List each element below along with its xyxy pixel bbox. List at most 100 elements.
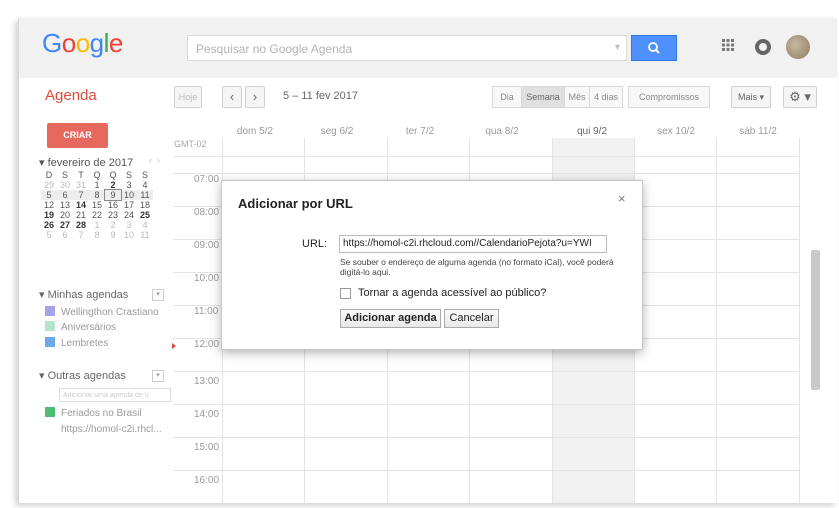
day-header[interactable]: sex 10/2 bbox=[636, 126, 716, 137]
google-logo[interactable]: Google bbox=[42, 28, 123, 59]
day-header-today[interactable]: qui 9/2 bbox=[552, 126, 632, 137]
calendar-item[interactable]: Feriados no Brasil bbox=[45, 407, 142, 419]
mini-calendar-title[interactable]: ▾ fevereiro de 2017 bbox=[39, 156, 133, 169]
create-button[interactable]: CRIAR bbox=[47, 123, 108, 148]
view-4days-button[interactable]: 4 dias bbox=[589, 86, 623, 108]
url-hint: Se souber o endereço de alguma agenda (n… bbox=[340, 257, 614, 277]
my-calendars-header[interactable]: ▾ Minhas agendas bbox=[39, 288, 128, 301]
more-button[interactable]: Mais ▾ bbox=[731, 86, 771, 108]
calendar-item[interactable]: Lembretes bbox=[45, 337, 108, 349]
day-cell-today[interactable]: 9 bbox=[104, 189, 122, 201]
calendar-window: Google Pesquisar no Google Agenda ▾ Agen… bbox=[18, 18, 837, 503]
my-calendars-menu-button[interactable]: ▾ bbox=[152, 289, 164, 301]
time-label: 15:00 bbox=[194, 442, 220, 453]
public-checkbox-label[interactable]: Tornar a agenda acessível ao público? bbox=[358, 287, 546, 299]
day-cell[interactable]: 27 bbox=[57, 220, 73, 230]
prev-week-button[interactable]: ‹ bbox=[222, 86, 242, 108]
day-cell[interactable]: 7 bbox=[73, 230, 89, 240]
day-cell[interactable]: 10 bbox=[121, 190, 137, 200]
day-cell[interactable]: 7 bbox=[73, 190, 89, 200]
weekday: S bbox=[125, 170, 132, 180]
search-options-icon[interactable]: ▾ bbox=[615, 42, 620, 53]
day-cell[interactable]: 4 bbox=[137, 180, 153, 190]
next-week-button[interactable]: › bbox=[245, 86, 265, 108]
view-week-button[interactable]: Semana bbox=[521, 86, 565, 108]
search-button[interactable] bbox=[631, 35, 677, 61]
day-cell[interactable]: 25 bbox=[137, 210, 153, 220]
day-cell[interactable]: 28 bbox=[73, 220, 89, 230]
day-cell[interactable]: 19 bbox=[41, 210, 57, 220]
day-cell[interactable]: 5 bbox=[41, 230, 57, 240]
view-month-button[interactable]: Mês bbox=[564, 86, 590, 108]
search-input[interactable]: Pesquisar no Google Agenda ▾ bbox=[187, 35, 627, 61]
day-cell[interactable]: 8 bbox=[89, 230, 105, 240]
view-agenda-button[interactable]: Compromissos bbox=[628, 86, 710, 108]
notifications-icon[interactable] bbox=[755, 39, 771, 55]
calendar-color-swatch bbox=[45, 306, 55, 316]
other-calendars-menu-button[interactable]: ▾ bbox=[152, 370, 164, 382]
day-cell[interactable]: 21 bbox=[73, 210, 89, 220]
day-cell[interactable]: 14 bbox=[73, 200, 89, 210]
day-cell[interactable]: 2 bbox=[105, 180, 121, 190]
day-cell[interactable]: 6 bbox=[57, 230, 73, 240]
day-cell[interactable]: 11 bbox=[137, 190, 153, 200]
add-calendar-button[interactable]: Adicionar agenda bbox=[340, 309, 441, 328]
day-cell[interactable]: 18 bbox=[137, 200, 153, 210]
weekday: S bbox=[61, 170, 68, 180]
day-header[interactable]: qua 8/2 bbox=[462, 126, 542, 137]
day-cell[interactable]: 3 bbox=[121, 180, 137, 190]
dialog-title: Adicionar por URL bbox=[238, 196, 353, 211]
calendar-item[interactable]: Wellingthon Crastiano bbox=[45, 306, 159, 318]
day-header[interactable]: seg 6/2 bbox=[297, 126, 377, 137]
day-cell[interactable]: 1 bbox=[89, 180, 105, 190]
apps-grid-icon[interactable] bbox=[721, 38, 737, 54]
day-cell[interactable]: 1 bbox=[89, 220, 105, 230]
search-placeholder: Pesquisar no Google Agenda bbox=[196, 42, 353, 56]
calendar-item[interactable]: Aniversários bbox=[45, 321, 116, 333]
day-cell[interactable]: 3 bbox=[121, 220, 137, 230]
all-day-row[interactable] bbox=[173, 143, 800, 157]
day-cell[interactable]: 20 bbox=[57, 210, 73, 220]
day-header[interactable]: ter 7/2 bbox=[380, 126, 460, 137]
day-cell[interactable]: 11 bbox=[137, 230, 153, 240]
other-calendars-header[interactable]: ▾ Outras agendas bbox=[39, 369, 126, 382]
day-cell[interactable]: 23 bbox=[105, 210, 121, 220]
day-cell[interactable]: 4 bbox=[137, 220, 153, 230]
day-cell[interactable]: 10 bbox=[121, 230, 137, 240]
public-checkbox[interactable] bbox=[340, 288, 351, 299]
weekday: T bbox=[78, 170, 84, 180]
day-cell[interactable]: 9 bbox=[105, 230, 121, 240]
collapse-icon: ▾ bbox=[39, 157, 48, 169]
view-day-button[interactable]: Dia bbox=[492, 86, 522, 108]
app-title[interactable]: Agenda bbox=[45, 87, 97, 104]
day-cell[interactable]: 29 bbox=[41, 180, 57, 190]
mini-calendar-nav[interactable]: ‹ › bbox=[149, 155, 160, 165]
cancel-button[interactable]: Cancelar bbox=[444, 309, 499, 328]
day-cell[interactable]: 13 bbox=[57, 200, 73, 210]
scrollbar[interactable] bbox=[811, 250, 820, 390]
close-icon[interactable]: × bbox=[618, 191, 626, 206]
day-cell[interactable]: 12 bbox=[41, 200, 57, 210]
day-cell[interactable]: 17 bbox=[121, 200, 137, 210]
day-cell[interactable]: 6 bbox=[57, 190, 73, 200]
day-cell[interactable]: 15 bbox=[89, 200, 105, 210]
day-cell[interactable]: 16 bbox=[105, 200, 121, 210]
avatar[interactable] bbox=[786, 35, 810, 59]
day-cell[interactable]: 31 bbox=[73, 180, 89, 190]
url-input[interactable]: https://homol-c2i.rhcloud.com//Calendari… bbox=[339, 235, 607, 253]
day-cell[interactable]: 24 bbox=[121, 210, 137, 220]
day-cell[interactable]: 26 bbox=[41, 220, 57, 230]
day-header[interactable]: sáb 11/2 bbox=[718, 126, 798, 137]
day-cell[interactable]: 5 bbox=[41, 190, 57, 200]
time-label: 10:00 bbox=[194, 273, 220, 284]
day-header[interactable]: dom 5/2 bbox=[215, 126, 295, 137]
day-cell[interactable]: 22 bbox=[89, 210, 105, 220]
today-button[interactable]: Hoje bbox=[174, 86, 202, 108]
url-label: URL: bbox=[302, 238, 328, 250]
settings-button[interactable]: ⚙ ▾ bbox=[783, 86, 817, 108]
day-cell[interactable]: 30 bbox=[57, 180, 73, 190]
add-calendar-input[interactable]: Adicionar uma agenda de u bbox=[59, 388, 171, 402]
day-cell[interactable]: 8 bbox=[89, 190, 105, 200]
calendar-item[interactable]: https://homol-c2i.rhcl... bbox=[45, 423, 162, 435]
day-cell[interactable]: 2 bbox=[105, 220, 121, 230]
